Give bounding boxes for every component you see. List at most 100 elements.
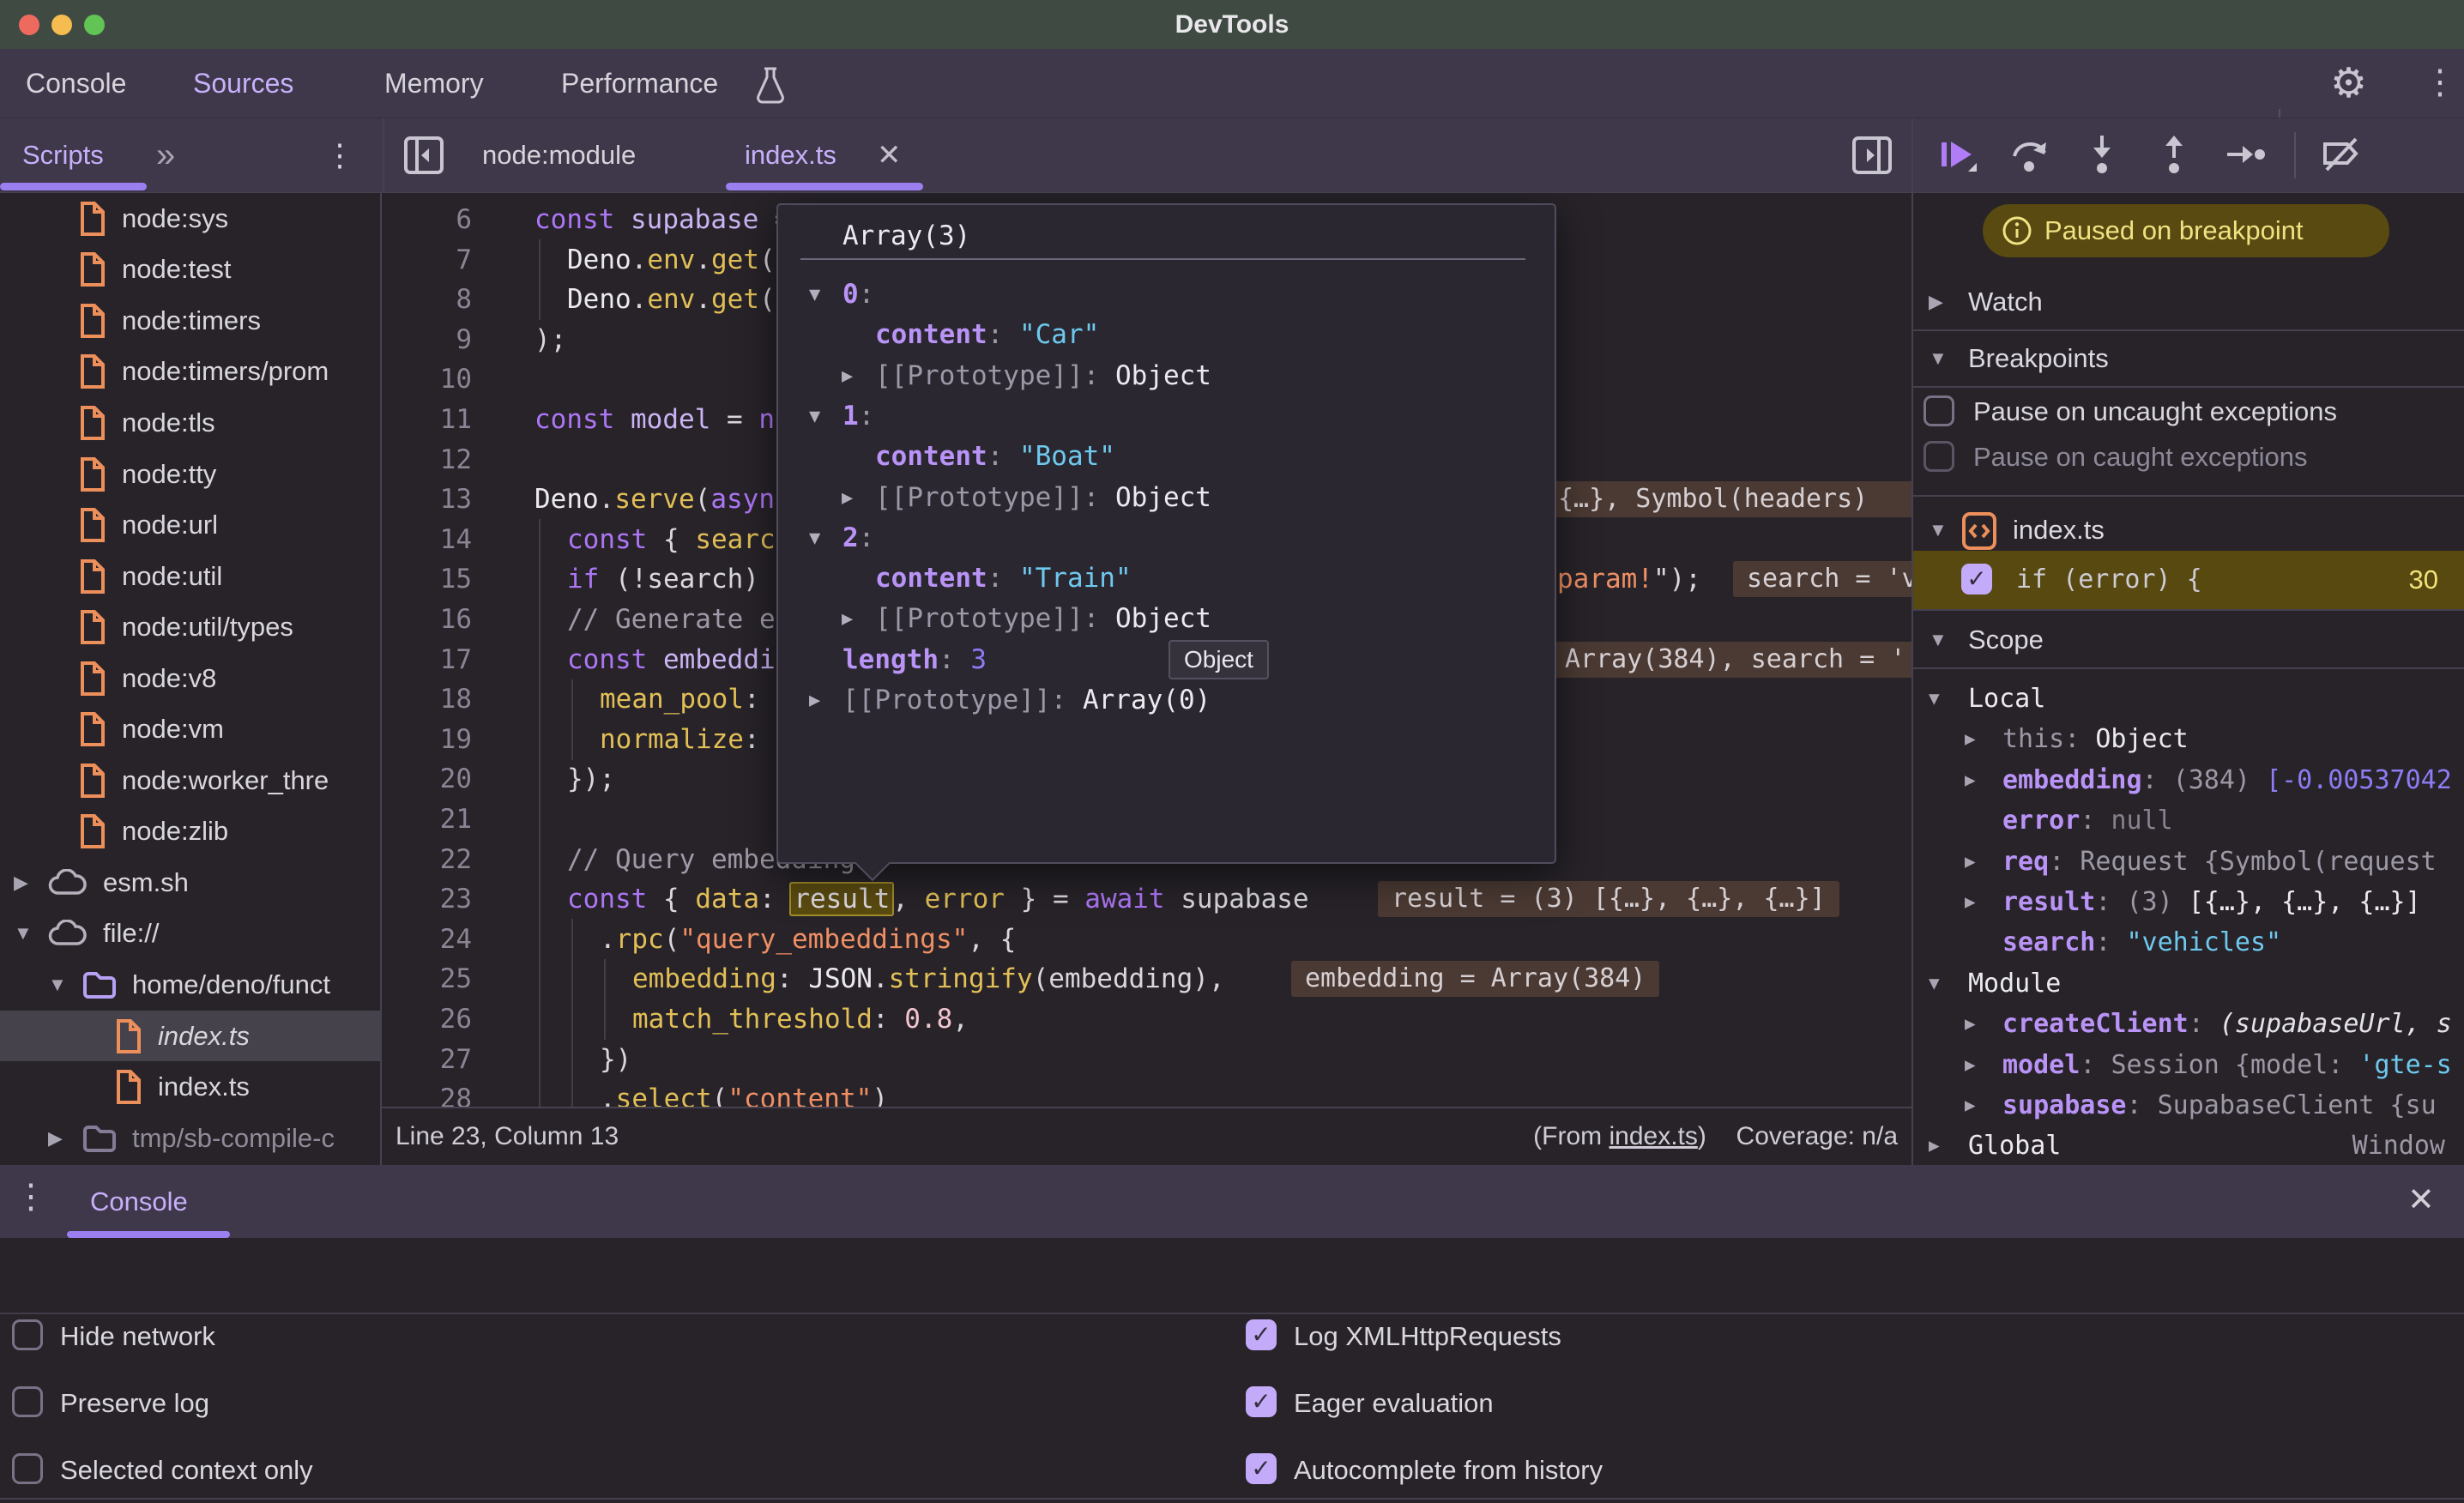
scope-row[interactable]: ▼Local: [1913, 679, 2464, 719]
breakpoint-checkbox[interactable]: ✓: [1961, 564, 1992, 595]
popup-property-row[interactable]: ▶[[Prototype]]: Object: [778, 356, 1555, 396]
gutter-line-number[interactable]: 24: [382, 920, 472, 960]
gutter-line-number[interactable]: 14: [382, 520, 472, 560]
scope-row[interactable]: ▶model: Session {model: 'gte-s: [1913, 1045, 2464, 1085]
popup-property-row[interactable]: content: "Boat": [778, 437, 1555, 477]
breakpoints-section-header[interactable]: ▼ Breakpoints: [1913, 331, 2464, 386]
gutter-line-number[interactable]: 25: [382, 959, 472, 999]
scope-row[interactable]: ▶createClient: (supabaseUrl, s: [1913, 1004, 2464, 1044]
gutter-line-number[interactable]: 6: [382, 200, 472, 240]
tree-item[interactable]: node:timers/prom: [0, 347, 380, 398]
source-file-link[interactable]: index.ts: [1609, 1122, 1697, 1150]
kebab-menu-icon[interactable]: ⋮: [2423, 63, 2457, 102]
tree-item[interactable]: node:url: [0, 499, 380, 551]
scope-row[interactable]: ▶result: (3) [{…}, {…}, {…}]: [1913, 882, 2464, 922]
tab-scripts[interactable]: Scripts: [22, 118, 104, 192]
tree-item[interactable]: ▼home/deno/funct: [0, 959, 380, 1011]
step-into-icon[interactable]: [2080, 132, 2124, 177]
tree-item[interactable]: index.ts: [0, 1011, 380, 1062]
close-tab-icon[interactable]: ✕: [877, 118, 902, 192]
gutter-line-number[interactable]: 10: [382, 359, 472, 400]
gutter-line-number[interactable]: 8: [382, 280, 472, 320]
scripts-kebab-icon[interactable]: ⋮: [324, 118, 355, 192]
scope-row[interactable]: ▶GlobalWindow: [1913, 1126, 2464, 1165]
tree-item[interactable]: node:tls: [0, 397, 380, 449]
gutter-line-number[interactable]: 13: [382, 480, 472, 520]
deactivate-breakpoints-icon[interactable]: [2318, 134, 2366, 178]
step-out-icon[interactable]: [2152, 132, 2196, 177]
tree-item[interactable]: node:zlib: [0, 806, 380, 858]
checked-checkbox[interactable]: ✓: [1246, 1319, 1277, 1350]
close-drawer-icon[interactable]: ✕: [2407, 1180, 2435, 1219]
pause-caught-checkbox[interactable]: [1923, 441, 1954, 472]
popup-property-row[interactable]: ▶[[Prototype]]: Object: [778, 599, 1555, 639]
checked-checkbox[interactable]: ✓: [1246, 1453, 1277, 1484]
pause-uncaught-checkbox[interactable]: [1923, 395, 1954, 426]
tab-performance[interactable]: Performance: [561, 49, 718, 118]
gutter-line-number[interactable]: 23: [382, 879, 472, 920]
settings-gear-icon[interactable]: ⚙: [2330, 59, 2367, 107]
tab-console[interactable]: Console: [26, 49, 126, 118]
drawer-tab-console[interactable]: Console: [90, 1165, 188, 1238]
editor-tab-index-ts[interactable]: index.ts: [745, 118, 836, 192]
scope-row[interactable]: ▼Module: [1913, 963, 2464, 1004]
tree-item[interactable]: index.ts: [0, 1061, 380, 1113]
tab-sources[interactable]: Sources: [193, 49, 293, 118]
popup-property-row[interactable]: ▼2:: [778, 518, 1555, 558]
scope-section-header[interactable]: ▼ Scope: [1913, 613, 2464, 667]
popup-property-row[interactable]: ▶[[Prototype]]: Array(0): [778, 680, 1555, 721]
gutter-line-number[interactable]: 7: [382, 240, 472, 281]
tree-item[interactable]: node:worker_thre: [0, 755, 380, 806]
expand-panel-right-icon[interactable]: [1851, 136, 1893, 175]
gutter-line-number[interactable]: 15: [382, 559, 472, 600]
tree-item[interactable]: node:tty: [0, 449, 380, 500]
tree-item[interactable]: node:v8: [0, 653, 380, 704]
watch-section-header[interactable]: ▶ Watch: [1913, 275, 2464, 329]
gutter-line-number[interactable]: 12: [382, 440, 472, 480]
gutter-line-number[interactable]: 28: [382, 1079, 472, 1107]
tree-item[interactable]: node:vm: [0, 703, 380, 755]
scope-row[interactable]: ▶embedding: (384) [-0.00537042: [1913, 760, 2464, 800]
gutter-line-number[interactable]: 22: [382, 840, 472, 880]
gutter-line-number[interactable]: 21: [382, 800, 472, 840]
gutter-line-number[interactable]: 26: [382, 999, 472, 1040]
scope-row[interactable]: ▶this: Object: [1913, 719, 2464, 759]
collapse-panel-left-icon[interactable]: [403, 136, 444, 175]
tree-item[interactable]: node:util/types: [0, 601, 380, 653]
breakpoint-entry[interactable]: ✓ if (error) { 30: [1913, 551, 2464, 609]
popup-property-row[interactable]: ▶[[Prototype]]: Object: [778, 478, 1555, 518]
tree-item[interactable]: node:test: [0, 244, 380, 296]
breakpoint-file-group[interactable]: ▼ index.ts: [1913, 504, 2464, 556]
scope-row[interactable]: error: null: [1913, 800, 2464, 841]
gutter-line-number[interactable]: 11: [382, 400, 472, 440]
popup-property-row[interactable]: ▼1:: [778, 396, 1555, 437]
gutter-line-number[interactable]: 27: [382, 1040, 472, 1080]
resume-script-icon[interactable]: [1936, 134, 1980, 178]
gutter-line-number[interactable]: 17: [382, 640, 472, 680]
tab-memory[interactable]: Memory: [384, 49, 484, 118]
popup-property-row[interactable]: content: "Car": [778, 315, 1555, 355]
scope-row[interactable]: search: "vehicles": [1913, 922, 2464, 963]
tree-item[interactable]: ▶esm.sh: [0, 857, 380, 908]
gutter-line-number[interactable]: 19: [382, 720, 472, 760]
popup-property-row[interactable]: ▼0:: [778, 275, 1555, 315]
editor-tab-node-module[interactable]: node:module: [482, 118, 636, 192]
step-over-icon[interactable]: [2008, 134, 2052, 178]
gutter-line-number[interactable]: 9: [382, 320, 472, 360]
gutter-line-number[interactable]: 16: [382, 600, 472, 640]
scope-row[interactable]: ▶supabase: SupabaseClient {su: [1913, 1085, 2464, 1126]
gutter-line-number[interactable]: 20: [382, 759, 472, 800]
step-icon[interactable]: [2224, 134, 2268, 178]
checked-checkbox[interactable]: ✓: [1246, 1386, 1277, 1417]
tree-item[interactable]: node:timers: [0, 295, 380, 347]
tree-item[interactable]: node:util: [0, 551, 380, 602]
gutter-line-number[interactable]: 18: [382, 679, 472, 720]
tree-item[interactable]: ▶tmp/sb-compile-c: [0, 1113, 380, 1164]
popup-property-row[interactable]: length: 3: [778, 640, 1555, 680]
popup-property-row[interactable]: content: "Train": [778, 558, 1555, 599]
tree-item[interactable]: node:sys: [0, 193, 380, 244]
scope-row[interactable]: ▶req: Request {Symbol(request: [1913, 842, 2464, 882]
drawer-kebab-icon[interactable]: ⋮: [14, 1177, 48, 1216]
tree-item[interactable]: ▼file://: [0, 908, 380, 960]
chevron-overflow-icon[interactable]: »: [156, 118, 175, 192]
